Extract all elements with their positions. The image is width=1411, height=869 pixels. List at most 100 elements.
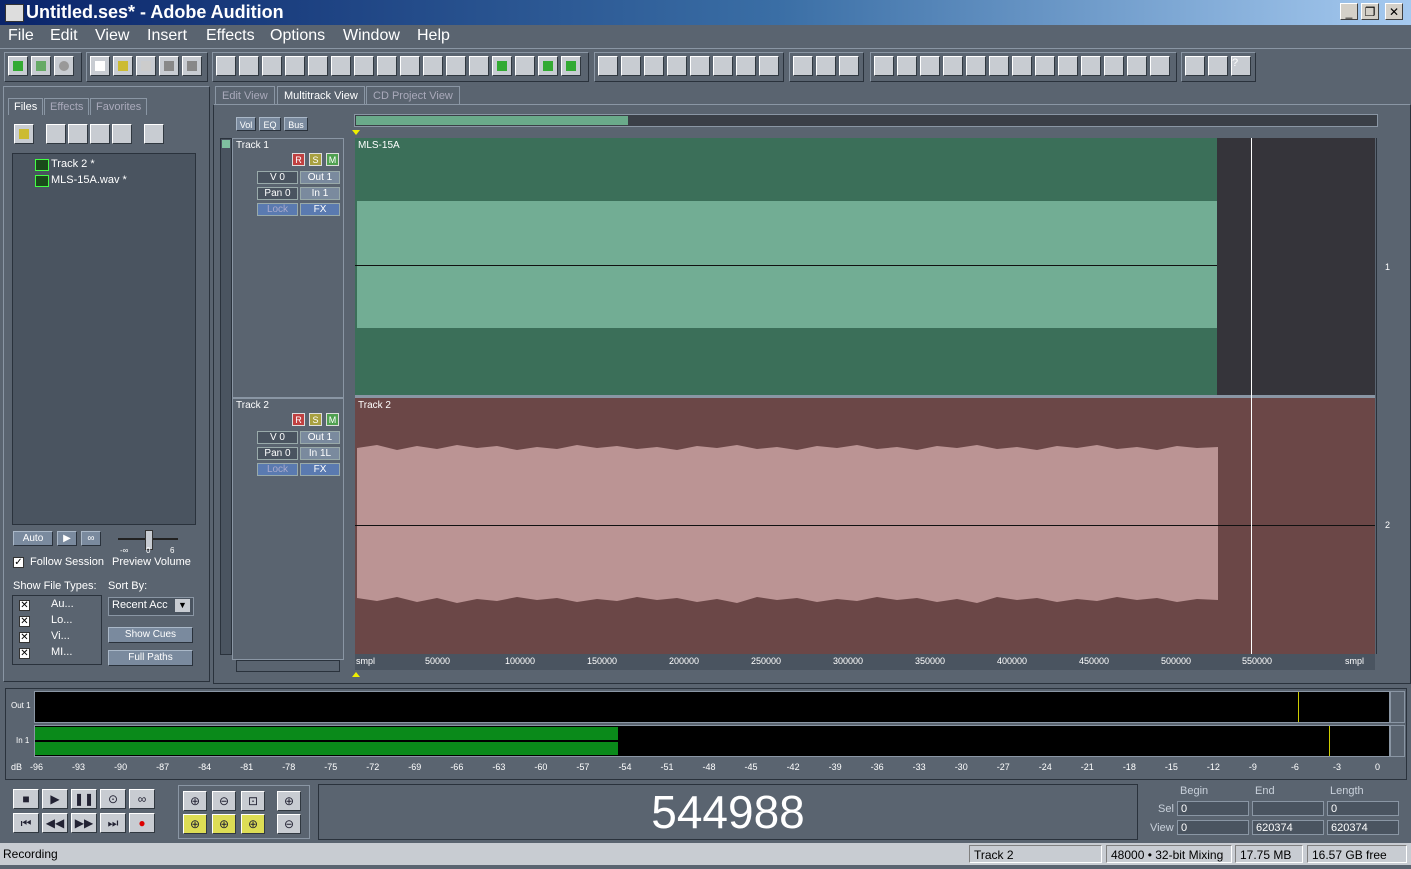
sel-length-field[interactable]: 0 bbox=[1327, 801, 1399, 816]
start-marker-icon[interactable] bbox=[352, 130, 360, 135]
play-from-cursor-button[interactable]: ⊙ bbox=[100, 789, 126, 809]
follow-session-checkbox[interactable]: ✓ bbox=[13, 557, 24, 568]
save-all-icon[interactable] bbox=[182, 56, 202, 76]
align-icon[interactable] bbox=[423, 56, 443, 76]
organizer-icon[interactable] bbox=[874, 56, 894, 76]
group-icon[interactable] bbox=[400, 56, 420, 76]
device-properties-icon[interactable] bbox=[1208, 56, 1228, 76]
tab-effects[interactable]: Effects bbox=[44, 98, 90, 115]
end-marker-icon[interactable] bbox=[352, 672, 360, 677]
video-type-checkbox[interactable]: ✕ bbox=[19, 632, 30, 643]
spline-icon[interactable] bbox=[713, 56, 733, 76]
zoom-in-vertical-icon[interactable]: ⊕ bbox=[277, 791, 301, 811]
playlist-icon[interactable] bbox=[989, 56, 1009, 76]
audio-clip[interactable]: MLS-15A bbox=[355, 138, 1217, 395]
tab-favorites[interactable]: Favorites bbox=[90, 98, 148, 115]
track-header-2[interactable]: Track 2 R S M V 0 Out 1 Pan 0 In 1L Lock… bbox=[232, 398, 344, 660]
time-ruler[interactable]: smpl 50000 100000 150000 200000 250000 3… bbox=[355, 654, 1375, 670]
edit-view-icon[interactable] bbox=[8, 56, 28, 76]
zoom-icon[interactable] bbox=[1035, 56, 1055, 76]
insert-icon[interactable] bbox=[377, 56, 397, 76]
chevron-down-icon[interactable]: ▼ bbox=[175, 599, 190, 612]
mute-button[interactable]: M bbox=[326, 153, 339, 166]
sel-end-field[interactable] bbox=[1252, 801, 1324, 816]
audio-type-checkbox[interactable]: ✕ bbox=[19, 600, 30, 611]
cue-list-icon[interactable] bbox=[966, 56, 986, 76]
go-to-end-button[interactable]: ⏭ bbox=[100, 813, 126, 833]
undo-icon[interactable] bbox=[216, 56, 236, 76]
playhead-cursor[interactable] bbox=[1251, 138, 1252, 654]
time-selection-tool-icon[interactable] bbox=[816, 56, 836, 76]
copy-icon[interactable] bbox=[262, 56, 282, 76]
save-icon[interactable] bbox=[159, 56, 179, 76]
mix-paste-icon[interactable] bbox=[331, 56, 351, 76]
zoom-left-icon[interactable]: ⊕ bbox=[183, 814, 207, 834]
loop-type-checkbox[interactable]: ✕ bbox=[19, 616, 30, 627]
split-icon[interactable] bbox=[446, 56, 466, 76]
volume-control[interactable]: V 0 bbox=[257, 171, 298, 184]
video-icon[interactable] bbox=[1104, 56, 1124, 76]
film-icon[interactable] bbox=[1127, 56, 1147, 76]
snap-icon[interactable] bbox=[736, 56, 756, 76]
track-eq-icon[interactable] bbox=[920, 56, 940, 76]
show-cues-button[interactable]: Show Cues bbox=[108, 627, 193, 643]
db-envelope-icon[interactable] bbox=[598, 56, 618, 76]
minimize-button[interactable]: _ bbox=[1340, 3, 1358, 20]
menu-effects[interactable]: Effects bbox=[206, 27, 255, 45]
horizontal-scrollbar[interactable] bbox=[236, 660, 340, 672]
auto-play-button[interactable]: Auto bbox=[13, 531, 53, 546]
track-scrollbar[interactable] bbox=[220, 138, 232, 655]
solo-button[interactable]: S bbox=[309, 153, 322, 166]
import-icon[interactable] bbox=[46, 124, 66, 144]
delete-icon[interactable] bbox=[354, 56, 374, 76]
view-end-field[interactable]: 620374 bbox=[1252, 820, 1324, 835]
preview-volume-slider[interactable] bbox=[112, 530, 184, 550]
zoom-out-vertical-icon[interactable]: ⊖ bbox=[277, 814, 301, 834]
session-overview[interactable] bbox=[354, 114, 1378, 127]
menu-help[interactable]: Help bbox=[417, 27, 450, 45]
output-select[interactable]: Out 1 bbox=[300, 431, 340, 444]
pan-control[interactable]: Pan 0 bbox=[257, 187, 298, 200]
fx-button[interactable]: FX bbox=[300, 203, 340, 216]
level-meters-icon[interactable] bbox=[943, 56, 963, 76]
mixer-icon[interactable] bbox=[897, 56, 917, 76]
paste-icon[interactable] bbox=[285, 56, 305, 76]
edit-file-icon[interactable] bbox=[112, 124, 132, 144]
tab-files[interactable]: Files bbox=[8, 98, 44, 115]
multitrack-view-icon[interactable] bbox=[31, 56, 51, 76]
midi-type-checkbox[interactable]: ✕ bbox=[19, 648, 30, 659]
move-tool-icon[interactable] bbox=[839, 56, 859, 76]
insert-multitrack-icon[interactable] bbox=[90, 124, 110, 144]
fx-button[interactable]: FX bbox=[300, 463, 340, 476]
menu-file[interactable]: File bbox=[8, 27, 34, 45]
stop-button[interactable]: ■ bbox=[13, 789, 39, 809]
out-clip-indicator[interactable] bbox=[1389, 691, 1405, 723]
fast-forward-button[interactable]: ▶▶ bbox=[71, 813, 97, 833]
time-icon[interactable] bbox=[1058, 56, 1078, 76]
zoom-selection-icon[interactable]: ⊕ bbox=[241, 814, 265, 834]
cut-icon[interactable] bbox=[239, 56, 259, 76]
track-header-1[interactable]: Track 1 R S M V 0 Out 1 Pan 0 In 1 Lock … bbox=[232, 138, 344, 398]
trim-icon[interactable] bbox=[308, 56, 328, 76]
wet-envelope-icon[interactable] bbox=[644, 56, 664, 76]
lock-button[interactable]: Lock bbox=[257, 203, 298, 216]
open-file-icon[interactable] bbox=[14, 124, 34, 144]
hybrid-tool-icon[interactable] bbox=[793, 56, 813, 76]
tab-multitrack-view[interactable]: Multitrack View bbox=[277, 86, 365, 105]
new-file-icon[interactable] bbox=[90, 56, 110, 76]
export-icon[interactable] bbox=[561, 56, 581, 76]
menu-view[interactable]: View bbox=[95, 27, 129, 45]
status-icon[interactable] bbox=[1150, 56, 1170, 76]
options-icon[interactable] bbox=[144, 124, 164, 144]
maximize-button[interactable]: ❐ bbox=[1361, 3, 1379, 20]
record-arm-button[interactable]: R bbox=[292, 153, 305, 166]
sort-by-select[interactable]: Recent Acc ▼ bbox=[108, 597, 194, 616]
lock-time-icon[interactable] bbox=[759, 56, 779, 76]
settings-icon[interactable] bbox=[1185, 56, 1205, 76]
print-icon[interactable] bbox=[136, 56, 156, 76]
menu-options[interactable]: Options bbox=[270, 27, 325, 45]
menu-insert[interactable]: Insert bbox=[147, 27, 187, 45]
input-select[interactable]: In 1L bbox=[300, 447, 340, 460]
tab-edit-view[interactable]: Edit View bbox=[215, 86, 275, 105]
input-select[interactable]: In 1 bbox=[300, 187, 340, 200]
